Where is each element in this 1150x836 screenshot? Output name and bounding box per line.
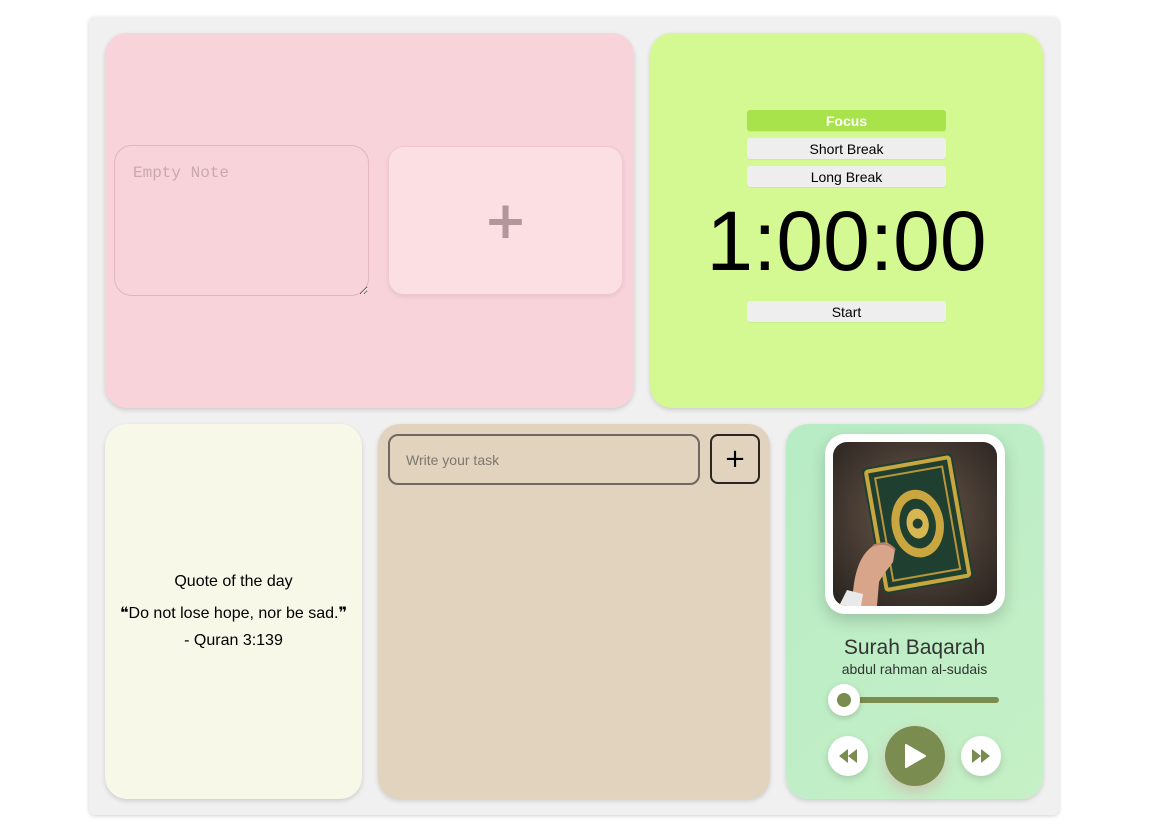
progress-slider-thumb[interactable] <box>828 684 860 716</box>
task-input[interactable] <box>388 434 700 485</box>
quran-book-cover-icon <box>833 442 997 606</box>
quote-source: - Quran 3:139 <box>184 632 283 649</box>
fast-forward-icon <box>972 749 990 763</box>
start-button[interactable]: Start <box>747 301 946 322</box>
add-note-button[interactable]: + <box>388 146 623 295</box>
fast-forward-button[interactable] <box>961 736 1001 776</box>
pomodoro-timer-card: Focus Short Break Long Break 1:00:00 Sta… <box>650 33 1043 408</box>
quote-title: Quote of the day <box>174 573 293 590</box>
quote-text: ❝Do not lose hope, nor be sad.❞ <box>119 605 348 622</box>
album-cover <box>825 434 1005 614</box>
timer-display: 1:00:00 <box>706 194 987 288</box>
track-title: Surah Baqarah <box>843 636 986 659</box>
track-artist: abdul rahman al-sudais <box>841 661 988 677</box>
long-break-button[interactable]: Long Break <box>747 166 946 187</box>
quote-card: Quote of the day ❝Do not lose hope, nor … <box>105 424 362 799</box>
focus-mode-button[interactable]: Focus <box>747 110 946 131</box>
add-task-button[interactable]: + <box>710 434 760 484</box>
play-icon <box>905 744 926 768</box>
todo-card: + <box>378 424 770 799</box>
rewind-button[interactable] <box>828 736 868 776</box>
rewind-icon <box>839 749 857 763</box>
progress-track[interactable] <box>836 697 999 703</box>
note-textarea[interactable] <box>114 145 369 296</box>
music-player-card: Surah Baqarah abdul rahman al-sudais <box>786 424 1043 799</box>
short-break-button[interactable]: Short Break <box>747 138 946 159</box>
play-button[interactable] <box>885 726 945 786</box>
notes-card: + <box>105 33 634 408</box>
